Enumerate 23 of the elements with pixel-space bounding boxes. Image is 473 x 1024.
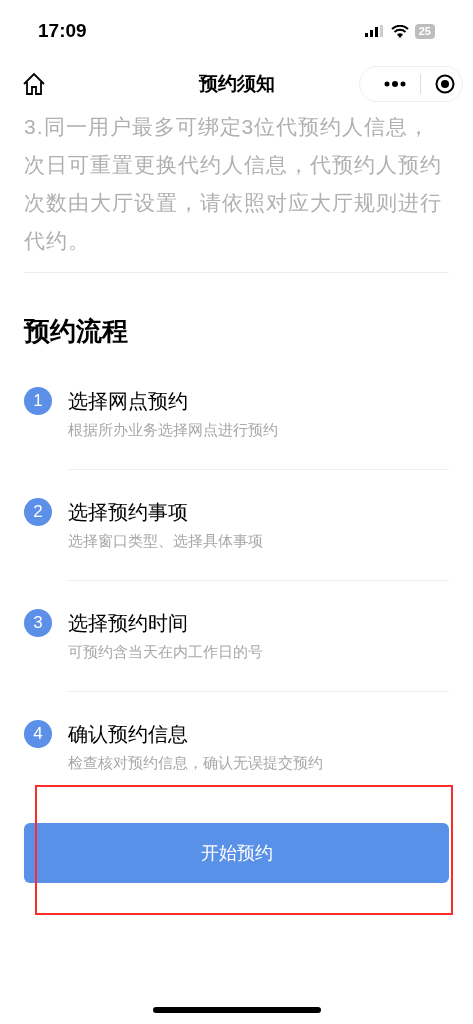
step-number: 1	[24, 387, 52, 415]
section-title: 预约流程	[22, 315, 129, 348]
status-time: 17:09	[38, 18, 87, 43]
page-title: 预约须知	[198, 71, 275, 96]
battery-icon: 25	[414, 23, 435, 39]
step-description: 根据所办业务选择网点进行预约	[68, 420, 278, 440]
step-title: 选择预约事项	[68, 500, 189, 525]
step-description: 检查核对预约信息，确认无误提交预约	[68, 753, 323, 773]
step-description: 可预约含当天在内工作日的号	[68, 642, 263, 662]
step-description: 选择窗口类型、选择具体事项	[68, 531, 263, 551]
step-title: 选择预约时间	[68, 611, 189, 636]
home-icon[interactable]	[22, 72, 46, 96]
step-title: 确认预约信息	[68, 722, 189, 747]
more-icon[interactable]	[384, 81, 406, 87]
notice-text: 3.同一用户最多可绑定3位代预约人信息，次日可重置更换代约人信息，代预约人预约次数由大厅设置，请依照对应大厅规则进行代约。	[24, 114, 443, 254]
start-button[interactable]: 开始预约	[24, 823, 449, 883]
wifi-icon	[390, 24, 409, 38]
step-number: 4	[24, 720, 52, 748]
step-title: 选择网点预约	[68, 389, 189, 414]
step-number: 3	[24, 609, 52, 637]
step-number: 2	[24, 498, 52, 526]
close-icon[interactable]	[435, 74, 455, 94]
signal-icon	[364, 25, 385, 37]
